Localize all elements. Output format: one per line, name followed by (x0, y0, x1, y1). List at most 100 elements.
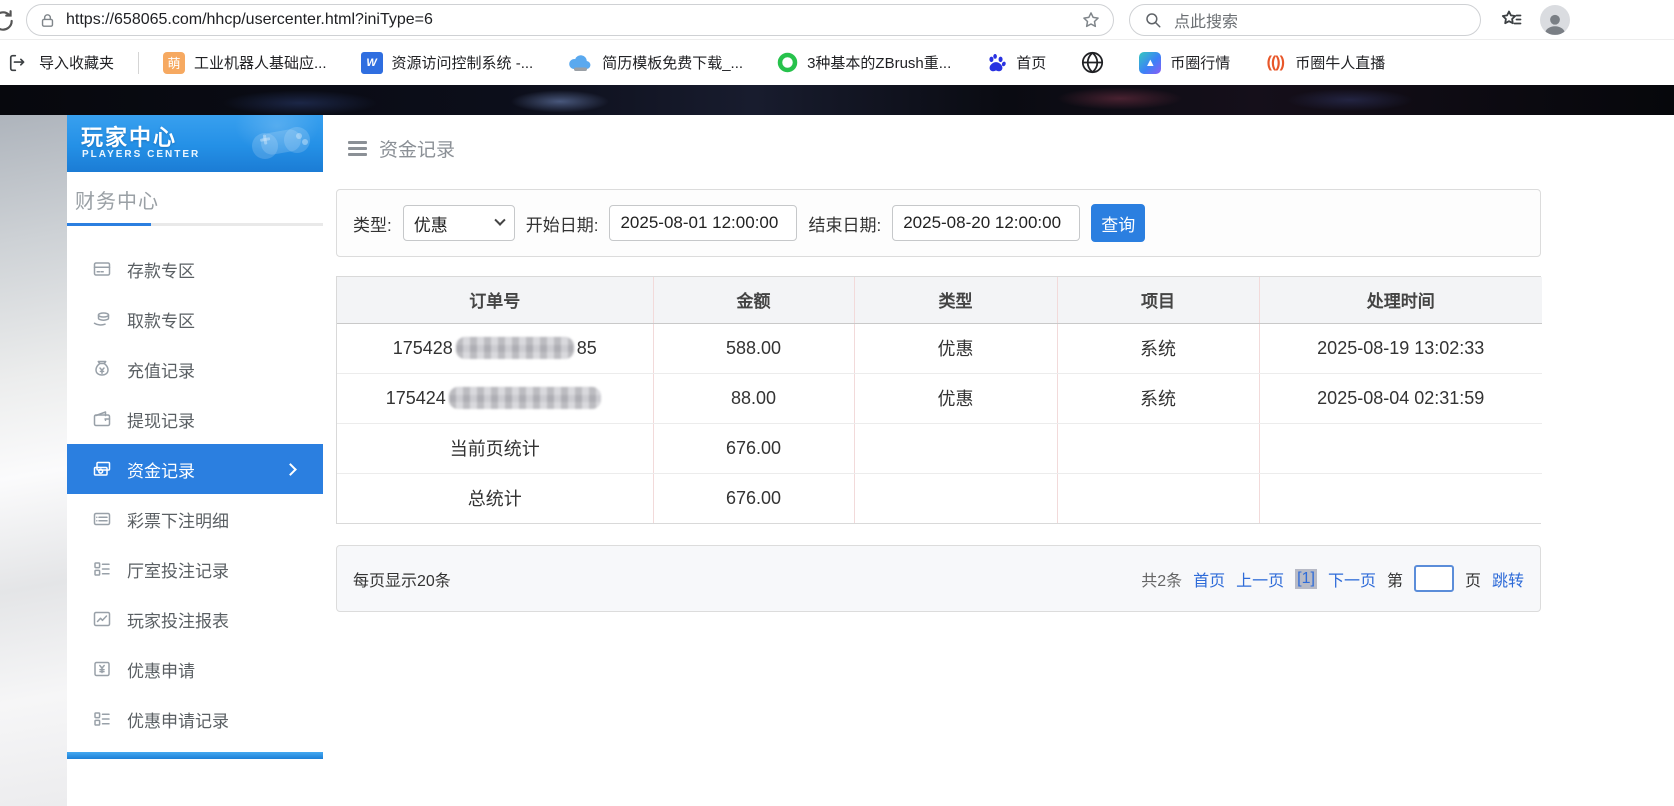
type-cell: 优惠 (854, 373, 1057, 423)
search-placeholder: 点此搜索 (1174, 8, 1238, 32)
bookmarks-separator (138, 52, 139, 74)
table-stat-row: 当前页统计 676.00 (337, 423, 1542, 473)
browser-toolbar: https://658065.com/hhcp/usercenter.html?… (0, 0, 1674, 40)
meng-badge-icon: 萌 (163, 52, 185, 74)
sidebar-item-label: 充值记录 (127, 357, 195, 382)
jump-go-link[interactable]: 跳转 (1492, 567, 1524, 591)
sidebar-item-label: 彩票下注明细 (127, 507, 229, 532)
sidebar-item-promo-apply[interactable]: 优惠申请 (67, 644, 323, 694)
sidebar-subtitle: PLAYERS CENTER (82, 149, 200, 160)
live-stream-icon: (()) (1264, 52, 1286, 74)
coin-market-icon: ▲ (1139, 52, 1161, 74)
sidebar-item-lottery-bet-detail[interactable]: 彩票下注明细 (67, 494, 323, 544)
funds-record-icon (92, 459, 112, 479)
globe-icon (1080, 50, 1105, 75)
lottery-detail-icon (92, 509, 112, 529)
sidebar-section-title: 财务中心 (75, 185, 159, 214)
type-select-value: 优惠 (414, 211, 448, 236)
order-no-cell: 17542885 (337, 323, 653, 373)
reload-icon[interactable] (0, 8, 16, 34)
bookmark-item-access-control[interactable]: W 资源访问控制系统 -... (361, 52, 534, 74)
table-header-row: 订单号 金额 类型 项目 处理时间 (337, 277, 1542, 323)
bookmark-item-robot[interactable]: 萌 工业机器人基础应... (163, 52, 327, 74)
query-button[interactable]: 查询 (1091, 204, 1145, 242)
jump-prefix-label: 第 (1387, 567, 1403, 591)
chevron-down-icon (494, 215, 505, 226)
col-type: 类型 (854, 277, 1057, 323)
gamepad-icon (245, 121, 317, 167)
sidebar-item-label: 提现记录 (127, 407, 195, 432)
sidebar-item-label: 优惠申请 (127, 657, 195, 682)
sidebar-item-deposit[interactable]: 存款专区 (67, 244, 323, 294)
chevron-right-icon (284, 463, 297, 476)
stat-amount-cell: 676.00 (653, 473, 854, 523)
bookmark-label: 币圈牛人直播 (1295, 52, 1385, 73)
sidebar-item-withdraw[interactable]: 取款专区 (67, 294, 323, 344)
section-divider (67, 223, 323, 226)
sidebar-item-recharge-records[interactable]: 充值记录 (67, 344, 323, 394)
page-jump-input[interactable] (1414, 565, 1454, 592)
bookmark-label: 工业机器人基础应... (194, 52, 327, 73)
prev-page-link[interactable]: 上一页 (1236, 567, 1284, 591)
bookmark-item-zbrush[interactable]: 3种基本的ZBrush重... (777, 52, 951, 73)
sidebar-item-player-bet-report[interactable]: 玩家投注报表 (67, 594, 323, 644)
amount-cell: 588.00 (653, 323, 854, 373)
sidebar-nav: 存款专区 取款专区 充值记录 提现记录 (67, 244, 323, 744)
sidebar-item-hall-bet-records[interactable]: 厅室投注记录 (67, 544, 323, 594)
next-page-link[interactable]: 下一页 (1328, 567, 1376, 591)
bookmark-item-resume-template[interactable]: 简历模板免费下载_... (567, 52, 743, 73)
project-cell: 系统 (1057, 323, 1259, 373)
col-project: 项目 (1057, 277, 1259, 323)
stat-label-cell: 当前页统计 (337, 423, 653, 473)
end-date-input[interactable] (892, 205, 1080, 241)
baidu-paw-icon (985, 52, 1007, 74)
page-hero-strip (0, 85, 1674, 115)
sidebar-item-label: 优惠申请记录 (127, 707, 229, 732)
bookmark-import[interactable]: 导入收藏夹 (8, 52, 114, 74)
time-cell: 2025-08-04 02:31:59 (1259, 373, 1542, 423)
sidebar-item-label: 厅室投注记录 (127, 557, 229, 582)
bookmark-item-home[interactable]: 首页 (985, 52, 1046, 74)
green-ring-icon (777, 52, 798, 73)
sidebar-item-label: 资金记录 (127, 457, 195, 482)
start-date-label: 开始日期: (526, 211, 599, 236)
bookmark-label: 3种基本的ZBrush重... (807, 52, 951, 73)
browser-window: https://658065.com/hhcp/usercenter.html?… (0, 0, 1674, 806)
total-count-label: 共2条 (1141, 567, 1182, 591)
lock-icon (39, 12, 56, 29)
col-process-time: 处理时间 (1259, 277, 1542, 323)
import-bookmarks-icon (8, 52, 30, 74)
bookmark-item-globe[interactable] (1080, 50, 1105, 75)
stat-amount-cell: 676.00 (653, 423, 854, 473)
menu-icon[interactable] (348, 141, 367, 156)
type-label: 类型: (353, 211, 392, 236)
start-date-input[interactable] (609, 205, 797, 241)
first-page-link[interactable]: 首页 (1193, 567, 1225, 591)
sidebar-item-withdrawal-records[interactable]: 提现记录 (67, 394, 323, 444)
table-row: 17542885 588.00 优惠 系统 2025-08-19 13:02:3… (337, 323, 1542, 373)
browser-search-box[interactable]: 点此搜索 (1129, 4, 1481, 36)
bookmark-star-icon[interactable] (1081, 10, 1101, 30)
player-report-icon (92, 609, 112, 629)
sidebar-item-label: 存款专区 (127, 257, 195, 282)
end-date-label: 结束日期: (808, 211, 881, 236)
page-title: 资金记录 (379, 135, 455, 162)
order-no-cell: 175424 (337, 373, 653, 423)
table-stat-row: 总统计 676.00 (337, 473, 1542, 523)
address-bar[interactable]: https://658065.com/hhcp/usercenter.html?… (26, 4, 1114, 36)
profile-avatar[interactable] (1540, 5, 1570, 35)
type-cell: 优惠 (854, 323, 1057, 373)
type-select[interactable]: 优惠 (403, 205, 515, 241)
pagination-controls: 共2条 首页 上一页 [1] 下一页 第 页 跳转 (1141, 565, 1524, 592)
sidebar-item-funds-records[interactable]: 资金记录 (67, 444, 323, 494)
bookmark-item-live-stream[interactable]: (()) 币圈牛人直播 (1264, 52, 1385, 74)
bookmark-item-coin-market[interactable]: ▲ 币圈行情 (1139, 52, 1230, 74)
url-text[interactable]: https://658065.com/hhcp/usercenter.html?… (66, 11, 1081, 29)
project-cell: 系统 (1057, 373, 1259, 423)
page-left-gutter (0, 115, 67, 806)
withdraw-hand-icon (92, 309, 112, 329)
col-order-no: 订单号 (337, 277, 653, 323)
sidebar-item-promo-apply-records[interactable]: 优惠申请记录 (67, 694, 323, 744)
search-icon (1144, 11, 1162, 29)
favorites-list-icon[interactable] (1500, 8, 1524, 32)
